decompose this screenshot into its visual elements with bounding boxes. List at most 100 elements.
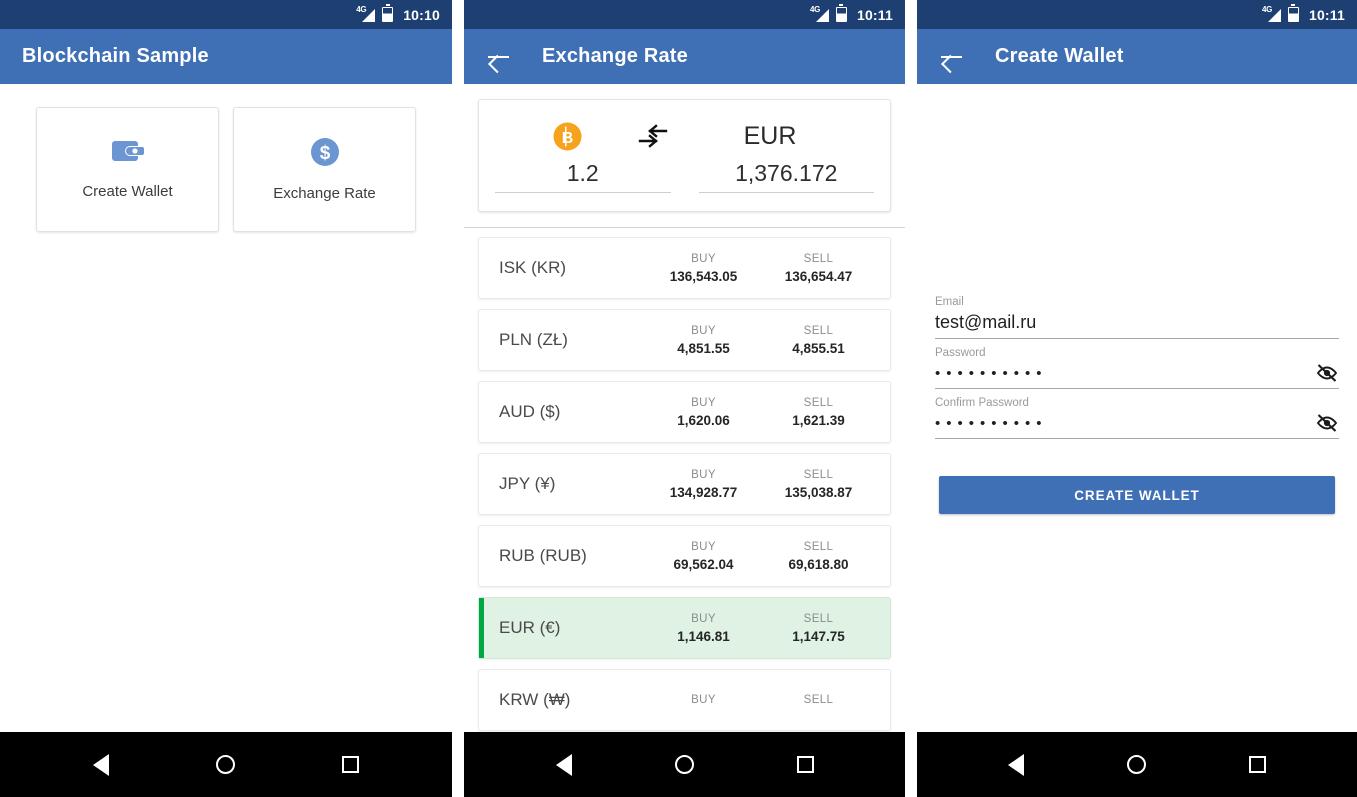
email-input-line[interactable]: test@mail.ru xyxy=(935,312,1339,339)
rate-sell-label: SELL xyxy=(803,252,834,265)
dollar-circle-icon: $ xyxy=(310,137,340,167)
email-label: Email xyxy=(935,296,964,308)
page-title: Blockchain Sample xyxy=(22,45,209,67)
rate-buy-label: BUY xyxy=(691,324,716,337)
email-field-group: Email test@mail.ru xyxy=(935,296,1339,339)
input-underline xyxy=(698,192,874,193)
converter-target-currency[interactable]: EUR xyxy=(724,122,816,151)
eye-off-icon[interactable] xyxy=(1315,363,1339,383)
converter-to-value: 1,376.172 xyxy=(735,160,838,186)
rate-sell-label: SELL xyxy=(803,468,834,481)
menu-card-create-wallet[interactable]: Create Wallet xyxy=(36,107,219,232)
phone-screen-create-wallet: 4G 10:11 Create Wallet Email test@mail.r… xyxy=(917,0,1357,797)
table-row[interactable]: JPY (¥) BUY 134,928.77 SELL 135,038.87 xyxy=(478,453,891,515)
wallet-icon xyxy=(111,139,144,165)
rate-currency: PLN (ZŁ) xyxy=(499,330,568,349)
back-arrow-icon[interactable] xyxy=(939,44,965,70)
battery-icon xyxy=(1287,4,1299,22)
rate-sell-cell: SELL 135,038.87 xyxy=(761,469,876,500)
rate-buy-label: BUY xyxy=(691,252,716,265)
converter-inputs: 1.2 1,376.172 xyxy=(495,160,874,193)
rate-buy-value: 1,146.81 xyxy=(677,628,730,644)
table-row[interactable]: AUD ($) BUY 1,620.06 SELL 1,621.39 xyxy=(478,381,891,443)
table-row-partial[interactable]: KRW (₩) BUY SELL xyxy=(478,669,891,731)
confirm-password-input-line[interactable]: •••••••••• xyxy=(935,413,1339,439)
confirm-password-input[interactable]: •••••••••• xyxy=(935,415,1315,432)
signal-network-label: 4G xyxy=(809,5,821,14)
rate-buy-label: BUY xyxy=(691,612,716,625)
converter-to-field[interactable]: 1,376.172 xyxy=(698,160,874,193)
nav-home-icon[interactable] xyxy=(215,755,235,774)
rate-buy-cell: BUY 69,562.04 xyxy=(646,541,761,572)
nav-back-icon[interactable] xyxy=(555,753,572,776)
create-wallet-button[interactable]: CREATE WALLET xyxy=(939,476,1335,514)
rate-sell-value: 69,618.80 xyxy=(788,556,849,572)
phone-screen-home: 4G 10:10 Blockchain Sample Create Wallet… xyxy=(0,0,452,797)
status-bar-icons: 4G 10:11 xyxy=(1261,4,1345,23)
rate-sell-cell: SELL 136,654.47 xyxy=(761,253,876,284)
home-menu-grid: Create Wallet $ Exchange Rate xyxy=(0,84,452,232)
converter-from-value: 1.2 xyxy=(566,160,599,186)
nav-back-icon[interactable] xyxy=(93,753,110,776)
battery-icon xyxy=(382,4,394,22)
screenshot-root: 4G 10:10 Blockchain Sample Create Wallet… xyxy=(0,0,1357,797)
nav-recents-icon[interactable] xyxy=(1248,756,1266,773)
table-row-selected[interactable]: EUR (€) BUY 1,146.81 SELL 1,147.75 xyxy=(478,597,891,659)
converter-card: B EUR 1.2 1,376.172 xyxy=(478,99,891,212)
android-nav-bar-exchange xyxy=(464,732,905,797)
nav-home-icon[interactable] xyxy=(1126,755,1146,774)
status-bar-clock: 10:10 xyxy=(403,6,440,23)
status-bar-exchange: 4G 10:11 xyxy=(464,0,905,29)
status-bar-create-wallet: 4G 10:11 xyxy=(917,0,1357,29)
table-row[interactable]: PLN (ZŁ) BUY 4,851.55 SELL 4,855.51 xyxy=(478,309,891,371)
rate-sell-label: SELL xyxy=(803,540,834,553)
rate-sell-value: 135,038.87 xyxy=(784,484,853,500)
eye-off-icon[interactable] xyxy=(1315,413,1339,433)
page-title: Create Wallet xyxy=(995,45,1124,67)
status-bar-clock: 10:11 xyxy=(856,6,893,23)
email-input[interactable]: test@mail.ru xyxy=(935,312,1339,333)
status-bar-home: 4G 10:10 xyxy=(0,0,452,29)
status-bar-clock: 10:11 xyxy=(1308,6,1345,23)
signal-4g-icon: 4G xyxy=(356,5,376,22)
create-wallet-content: Email test@mail.ru Password •••••••••• C… xyxy=(917,84,1357,732)
android-nav-bar-home xyxy=(0,732,452,797)
app-bar-exchange: Exchange Rate xyxy=(464,29,905,84)
rate-buy-label: BUY xyxy=(691,468,716,481)
table-row[interactable]: ISK (KR) BUY 136,543.05 SELL 136,654.47 xyxy=(478,237,891,299)
input-underline xyxy=(495,192,671,193)
battery-icon xyxy=(835,4,847,22)
exchange-rate-list: ISK (KR) BUY 136,543.05 SELL 136,654.47 … xyxy=(464,228,905,731)
rate-currency: RUB (RUB) xyxy=(499,546,587,565)
rate-sell-value: 4,855.51 xyxy=(792,340,845,356)
signal-network-label: 4G xyxy=(1261,5,1273,14)
rate-buy-cell: BUY 1,620.06 xyxy=(646,397,761,428)
rate-sell-cell: SELL xyxy=(761,694,876,706)
table-row[interactable]: RUB (RUB) BUY 69,562.04 SELL 69,618.80 xyxy=(478,525,891,587)
nav-recents-icon[interactable] xyxy=(341,756,359,773)
confirm-password-label: Confirm Password xyxy=(935,397,1029,409)
nav-recents-icon[interactable] xyxy=(796,756,814,773)
compare-arrows-icon[interactable] xyxy=(638,124,668,148)
rate-sell-value: 136,654.47 xyxy=(784,268,853,284)
rate-sell-label: SELL xyxy=(803,694,834,706)
screen-divider-2 xyxy=(905,0,917,797)
password-field-group: Password •••••••••• xyxy=(935,347,1339,389)
back-arrow-icon[interactable] xyxy=(486,44,512,70)
rate-currency: JPY (¥) xyxy=(499,474,556,493)
signal-4g-icon: 4G xyxy=(1261,5,1281,22)
rate-sell-cell: SELL 4,855.51 xyxy=(761,325,876,356)
status-bar-icons: 4G 10:11 xyxy=(809,4,893,23)
svg-text:B: B xyxy=(562,130,574,147)
menu-card-exchange-rate[interactable]: $ Exchange Rate xyxy=(233,107,416,232)
rate-sell-label: SELL xyxy=(803,612,834,625)
nav-back-icon[interactable] xyxy=(1008,753,1025,776)
password-input[interactable]: •••••••••• xyxy=(935,365,1315,382)
converter-from-field[interactable]: 1.2 xyxy=(495,160,671,193)
nav-home-icon[interactable] xyxy=(674,755,694,774)
rate-buy-cell: BUY 136,543.05 xyxy=(646,253,761,284)
bitcoin-icon[interactable]: B xyxy=(553,122,582,151)
password-input-line[interactable]: •••••••••• xyxy=(935,363,1339,389)
rate-buy-cell: BUY 134,928.77 xyxy=(646,469,761,500)
rate-buy-cell: BUY xyxy=(646,694,761,706)
